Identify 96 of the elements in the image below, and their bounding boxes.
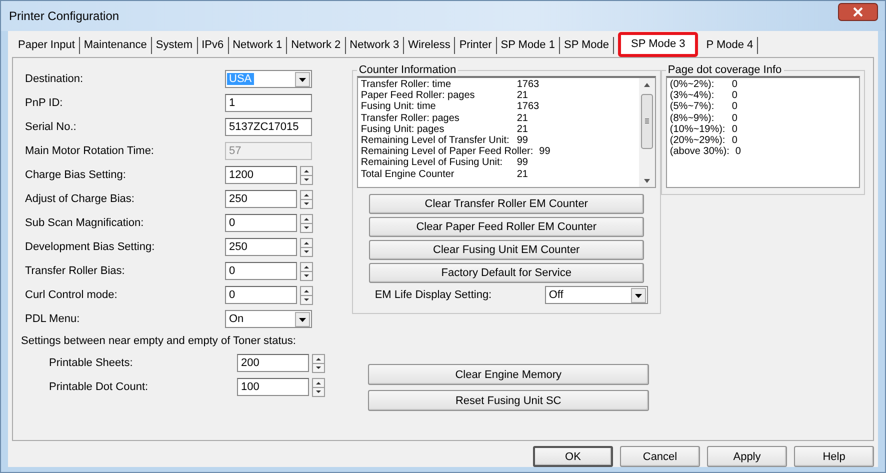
counter-value: 99: [516, 135, 528, 146]
counter-value: 0: [732, 90, 738, 102]
tab[interactable]: Paper Input: [14, 37, 80, 54]
tab[interactable]: P Mode 4: [702, 37, 758, 54]
counter-value: 1763: [516, 79, 540, 90]
tab[interactable]: SP Mode 3: [618, 32, 698, 57]
tab[interactable]: IPv6: [198, 37, 229, 54]
dialog-button[interactable]: Help: [794, 446, 874, 467]
counter-label: Fusing Unit: pages: [360, 124, 446, 136]
dialog-button[interactable]: Cancel: [620, 446, 700, 467]
counter-value: 0: [732, 124, 738, 136]
dialog-button[interactable]: OK: [533, 446, 613, 467]
input-field[interactable]: 0: [225, 214, 297, 232]
tab[interactable]: Network 2: [287, 37, 346, 54]
field-label: EM Life Display Setting:: [374, 289, 493, 301]
field-label: Serial No.:: [25, 121, 78, 133]
counter-label: Transfer Roller: time: [360, 79, 452, 90]
counter-button[interactable]: Factory Default for Service: [368, 263, 644, 283]
counter-label: (0%~2%):: [670, 79, 716, 90]
input-field[interactable]: 0: [225, 262, 297, 280]
spinner-icon[interactable]: [300, 190, 313, 208]
counter-value: 0: [732, 101, 738, 113]
counter-value: 99: [539, 146, 550, 158]
input-field[interactable]: 1: [225, 94, 312, 112]
counter-value: 0: [732, 135, 738, 146]
counter-label: Total Engine Counter: [360, 168, 456, 180]
counter-label: (20%~29%):: [670, 135, 726, 146]
counter-label: Remaining Level of Transfer Unit:: [360, 135, 510, 146]
field-label: Main Motor Rotation Time:: [25, 145, 155, 157]
counter-value: 0: [732, 79, 738, 90]
dialog-button[interactable]: Apply: [707, 446, 787, 467]
counter-label: (3%~4%):: [670, 90, 716, 102]
input-field: 57: [225, 142, 312, 160]
counter-value: 21: [516, 90, 528, 102]
field-label: Transfer Roller Bias:: [25, 265, 126, 277]
action-button[interactable]: Reset Fusing Unit SC: [368, 390, 649, 411]
section-heading: Settings between near empty and empty of Toner status:: [21, 335, 297, 347]
field-label: PDL Menu:: [25, 313, 81, 325]
input-field[interactable]: 5137ZC17015: [225, 118, 312, 136]
counter-label: (10%~19%):: [670, 124, 726, 136]
counter-button[interactable]: Clear Fusing Unit EM Counter: [368, 240, 644, 260]
input-field[interactable]: 250: [225, 190, 297, 208]
counter-label: (above 30%):: [670, 146, 730, 158]
spinner-icon[interactable]: [300, 262, 313, 280]
scrollbar[interactable]: [638, 78, 655, 187]
field-label: Curl Control mode:: [25, 289, 118, 301]
counter-button[interactable]: Clear Paper Feed Roller EM Counter: [368, 217, 644, 237]
counter-label: Fusing Unit: time: [360, 101, 437, 113]
counter-value: 1763: [516, 101, 540, 113]
action-button[interactable]: Clear Engine Memory: [368, 364, 649, 385]
counter-value: 21: [516, 168, 528, 180]
input-field[interactable]: 200: [237, 354, 309, 372]
counter-label: Paper Feed Roller: pages: [360, 90, 476, 102]
tab[interactable]: Network 3: [346, 37, 404, 54]
field-label: Destination:: [25, 73, 84, 85]
tab[interactable]: Maintenance: [80, 37, 152, 54]
field-label: Development Bias Setting:: [25, 241, 156, 253]
tab[interactable]: Wireless: [404, 37, 456, 54]
counter-value: 21: [516, 124, 528, 136]
close-icon[interactable]: [838, 3, 878, 21]
tab[interactable]: System: [152, 37, 198, 54]
counter-label: (5%~7%):: [670, 101, 716, 113]
spinner-icon[interactable]: [312, 354, 325, 372]
spinner-icon[interactable]: [300, 214, 313, 232]
group-title: Page dot coverage Info: [666, 64, 783, 76]
counter-value: 21: [516, 112, 528, 124]
counter-value: 99: [516, 157, 528, 169]
counter-label: (8%~9%):: [670, 112, 716, 124]
field-label: Printable Dot Count:: [49, 381, 150, 393]
counter-value: 0: [732, 112, 738, 124]
tab[interactable]: Printer: [455, 37, 497, 54]
tab[interactable]: SP Mode: [560, 37, 614, 54]
counter-value: 0: [735, 146, 741, 158]
spinner-icon[interactable]: [312, 378, 325, 396]
counter-label: Transfer Roller: pages: [360, 112, 460, 124]
field-label: Sub Scan Magnification:: [25, 217, 145, 229]
counter-button[interactable]: Clear Transfer Roller EM Counter: [368, 194, 644, 214]
counter-label: Remaining Level of Fusing Unit:: [360, 157, 504, 169]
window-title: Printer Configuration: [9, 9, 120, 23]
field-label: PnP ID:: [25, 97, 64, 109]
tab[interactable]: SP Mode 1: [496, 37, 560, 54]
field-label: Adjust of Charge Bias:: [25, 193, 136, 205]
spinner-icon[interactable]: [300, 166, 313, 184]
input-field[interactable]: 100: [237, 378, 309, 396]
field-label: Charge Bias Setting:: [25, 169, 127, 181]
input-field[interactable]: 1200: [225, 166, 297, 184]
counter-label: Remaining Level of Paper Feed Roller:: [360, 146, 534, 158]
dropdown[interactable]: Off: [544, 286, 648, 304]
input-field[interactable]: 0: [225, 286, 297, 304]
tab[interactable]: Network 1: [228, 37, 288, 54]
input-field[interactable]: 250: [225, 238, 297, 256]
spinner-icon[interactable]: [300, 286, 313, 304]
spinner-icon[interactable]: [300, 238, 313, 256]
field-label: Printable Sheets:: [49, 357, 134, 369]
group-title: Counter Information: [358, 64, 458, 76]
dropdown[interactable]: On: [225, 310, 312, 328]
